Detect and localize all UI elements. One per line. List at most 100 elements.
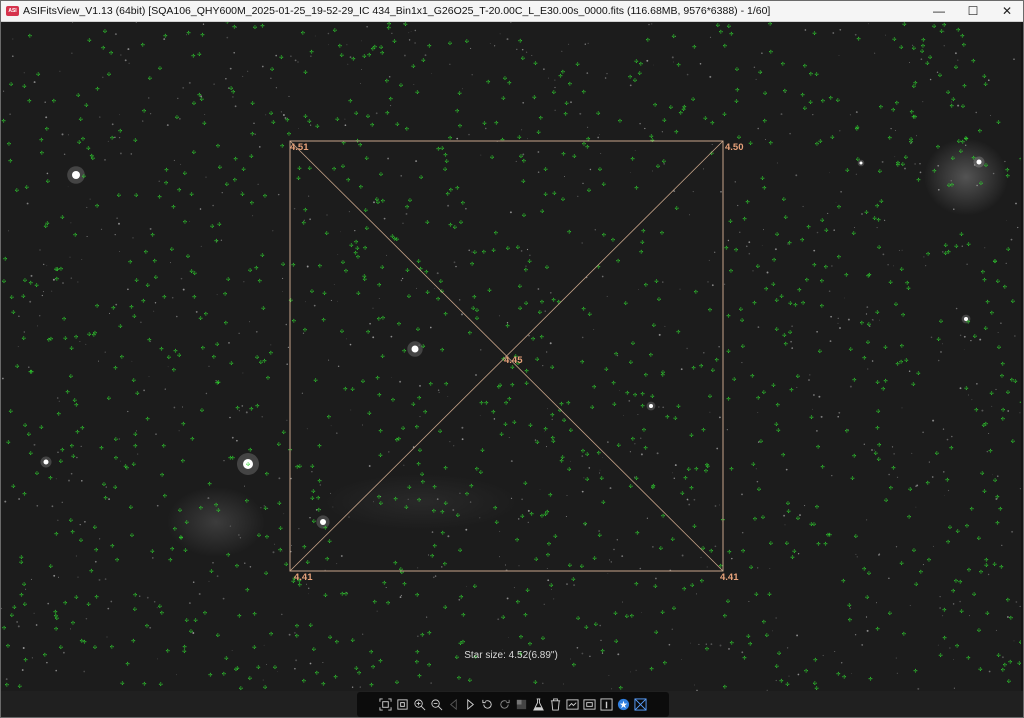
- star-marker: ✣: [749, 565, 753, 571]
- star-marker: ✣: [628, 74, 632, 80]
- star-marker: ✣: [401, 426, 405, 432]
- delete-button[interactable]: [547, 696, 564, 713]
- star-marker: ✣: [366, 114, 370, 120]
- star-marker: ✣: [404, 505, 408, 511]
- star-marker: ✣: [749, 141, 753, 147]
- next-button[interactable]: [462, 696, 479, 713]
- star-marker: ✣: [642, 427, 646, 433]
- star-marker: ✣: [287, 131, 291, 137]
- star-marker: ✣: [515, 537, 519, 543]
- star-marker: ✣: [689, 485, 693, 491]
- star-marker: ✣: [159, 346, 163, 352]
- star-marker: ✣: [985, 611, 989, 617]
- star-marker: ✣: [912, 46, 916, 52]
- star-marker: ✣: [255, 404, 259, 410]
- star-marker: ✣: [904, 358, 908, 364]
- crop-button[interactable]: [581, 696, 598, 713]
- star-marker: ✣: [111, 305, 115, 311]
- star-marker: ✣: [774, 422, 778, 428]
- star-marker: ✣: [30, 369, 34, 375]
- actual-size-button[interactable]: [394, 696, 411, 713]
- star-marker: ✣: [468, 331, 472, 337]
- rotate-right-icon: [500, 699, 510, 709]
- star-marker: ✣: [788, 241, 792, 247]
- star-marker: ✣: [775, 664, 779, 670]
- previous-button[interactable]: [445, 696, 462, 713]
- star-detect-button[interactable]: [615, 696, 632, 713]
- star-marker: ✣: [216, 633, 220, 639]
- image-viewport[interactable]: ✣ ✣ ✣ ✣ ✣ ✣ ✣ ✣ ✣ ✣ ✣ ✣ ✣ ✣ ✣ ✣ ✣ ✣ ✣ ✣ ✣ ✣ ✣ ✣ ✣ ✣ ✣ ✣ ✣ ✣ ✣ ✣ ✣ ✣ ✣ ✣ ✣ ✣ ✣ ✣…: [1, 22, 1021, 691]
- star-marker: ✣: [701, 428, 705, 434]
- star-marker: ✣: [202, 121, 206, 127]
- star-marker: ✣: [295, 633, 299, 639]
- star-marker: ✣: [234, 156, 238, 162]
- star-marker: ✣: [830, 135, 834, 141]
- star-marker: ✣: [875, 310, 879, 316]
- star-marker: ✣: [190, 269, 194, 275]
- rotate-left-button[interactable]: [479, 696, 496, 713]
- star-marker: ✣: [433, 544, 437, 550]
- maximize-button[interactable]: ☐: [957, 1, 989, 21]
- star-marker: ✣: [659, 546, 663, 552]
- star-marker: ✣: [53, 610, 57, 616]
- info-button[interactable]: [598, 696, 615, 713]
- star-marker: ✣: [676, 329, 680, 335]
- zoom-out-button[interactable]: [428, 696, 445, 713]
- star-marker: ✣: [938, 73, 942, 79]
- star-marker: ✣: [389, 97, 393, 103]
- star-marker: ✣: [216, 143, 220, 149]
- star-marker: ✣: [45, 221, 49, 227]
- star-marker: ✣: [913, 114, 917, 120]
- star-marker: ✣: [572, 663, 576, 669]
- star-marker: ✣: [703, 116, 707, 122]
- star-marker: ✣: [179, 535, 183, 541]
- star-marker: ✣: [310, 496, 314, 502]
- zoom-in-button[interactable]: [411, 696, 428, 713]
- minimize-button[interactable]: —: [923, 1, 955, 21]
- star-marker: ✣: [836, 98, 840, 104]
- star-marker: ✣: [1001, 417, 1005, 423]
- star-marker: ✣: [314, 378, 318, 384]
- star-marker: ✣: [21, 294, 25, 300]
- star-marker: ✣: [209, 569, 213, 575]
- star-marker: ✣: [487, 288, 491, 294]
- star-marker: ✣: [1017, 661, 1021, 667]
- star-marker: ✣: [580, 564, 584, 570]
- star-marker: ✣: [178, 508, 182, 514]
- star-marker: ✣: [971, 59, 975, 65]
- star-marker: ✣: [1001, 668, 1005, 674]
- star-marker: ✣: [585, 477, 589, 483]
- star-marker: ✣: [676, 404, 680, 410]
- star-marker: ✣: [192, 294, 196, 300]
- fit-window-button[interactable]: [377, 696, 394, 713]
- star-marker: ✣: [303, 207, 307, 213]
- star-marker: ✣: [876, 380, 880, 386]
- star-marker: ✣: [750, 373, 754, 379]
- star-marker: ✣: [741, 344, 745, 350]
- star-marker: ✣: [79, 117, 83, 123]
- close-button[interactable]: ✕: [991, 1, 1023, 21]
- star-marker: ✣: [716, 23, 720, 29]
- tilt-analysis-button[interactable]: [632, 696, 649, 713]
- star-marker: ✣: [547, 541, 551, 547]
- rotate-right-button[interactable]: [496, 696, 513, 713]
- flask-button[interactable]: [530, 696, 547, 713]
- stretch-button[interactable]: [513, 696, 530, 713]
- save-button[interactable]: [564, 696, 581, 713]
- star-marker: ✣: [993, 478, 997, 484]
- star-marker: ✣: [262, 359, 266, 365]
- star-marker: ✣: [415, 90, 419, 96]
- title-bar[interactable]: ASI ASIFitsView_V1.13 (64bit) [SQA106_QH…: [1, 1, 1023, 22]
- star-marker: ✣: [646, 38, 650, 44]
- star-marker: ✣: [729, 269, 733, 275]
- star-marker: ✣: [158, 604, 162, 610]
- star-marker: ✣: [242, 167, 246, 173]
- star-marker: ✣: [385, 78, 389, 84]
- star-marker: ✣: [988, 448, 992, 454]
- star-marker: ✣: [950, 104, 954, 110]
- star-marker: ✣: [946, 539, 950, 545]
- star-marker: ✣: [855, 125, 859, 131]
- star-marker: ✣: [752, 300, 756, 306]
- star-marker: ✣: [307, 119, 311, 125]
- star-marker: ✣: [765, 633, 769, 639]
